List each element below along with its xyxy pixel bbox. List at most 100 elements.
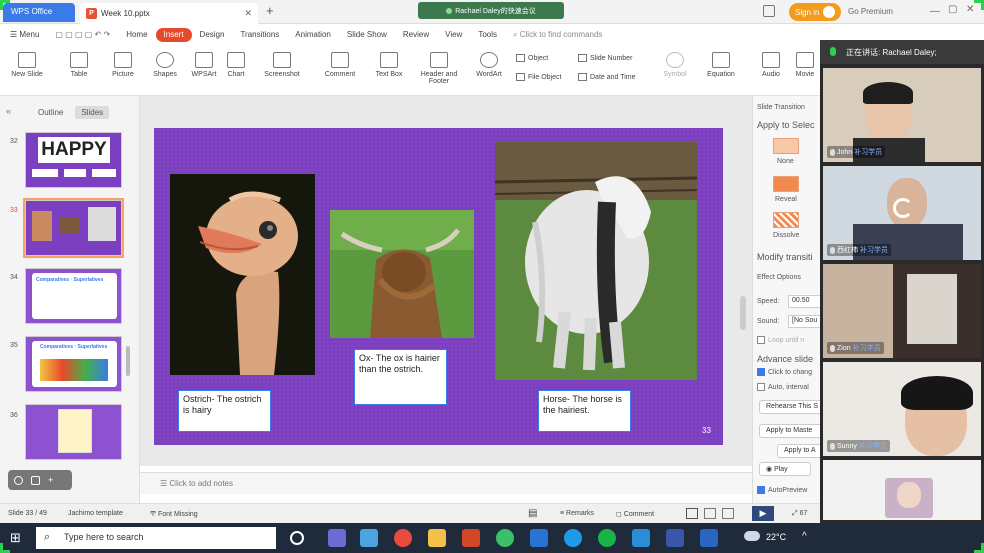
window-layout-icon[interactable] bbox=[763, 5, 775, 17]
transition-dissolve[interactable] bbox=[773, 212, 799, 228]
normal-view-icon[interactable] bbox=[686, 508, 698, 519]
cortana-icon[interactable] bbox=[290, 531, 304, 545]
maximize-icon[interactable]: ▢ bbox=[948, 4, 957, 15]
symbol-button[interactable]: Symbol bbox=[656, 50, 694, 78]
app-icon-5[interactable] bbox=[666, 529, 684, 547]
tab-transitions[interactable]: Transitions bbox=[232, 28, 287, 42]
tab-animation[interactable]: Animation bbox=[287, 28, 339, 42]
apply-to-all-button[interactable]: Apply to A bbox=[777, 444, 820, 458]
transition-none[interactable] bbox=[773, 138, 799, 154]
app-icon-3[interactable] bbox=[496, 529, 514, 547]
quick-access-icons[interactable]: ▢ ▢ ▢ ▢ ↶ ↷ bbox=[47, 28, 118, 42]
audio-button[interactable]: Audio bbox=[754, 50, 788, 78]
app-icon-6[interactable] bbox=[700, 529, 718, 547]
rehearse-button[interactable]: Rehearse This S bbox=[759, 400, 820, 414]
ox-image[interactable] bbox=[330, 210, 474, 338]
click-to-change-checkbox[interactable]: Click to chang bbox=[757, 368, 812, 376]
new-tab-icon[interactable]: + bbox=[266, 3, 274, 18]
object-button[interactable]: Object bbox=[516, 54, 548, 62]
slide-number-button[interactable]: Slide Number bbox=[578, 54, 632, 62]
notes-pane[interactable]: ☰ Click to add notes bbox=[140, 472, 752, 494]
zoom-control[interactable]: ⤢ 67 bbox=[792, 510, 807, 518]
sign-in-button[interactable]: Sign in bbox=[789, 3, 841, 21]
caption-ostrich[interactable]: Ostrich- The ostrich is hairy bbox=[178, 390, 271, 432]
slide-thumbnail-32[interactable]: HAPPY bbox=[25, 132, 122, 188]
tab-wps-office[interactable]: WPS Office bbox=[3, 3, 75, 22]
tab-document[interactable]: P Week 10.pptx ✕ bbox=[80, 3, 258, 24]
tab-design[interactable]: Design bbox=[192, 28, 233, 42]
slide-thumbnail-34[interactable]: Comparatives · Superlatives bbox=[25, 268, 122, 324]
wpsart-button[interactable]: WPSArt bbox=[188, 50, 220, 78]
transition-reveal[interactable] bbox=[773, 176, 799, 192]
remarks-button[interactable]: ≡ Remarks bbox=[560, 510, 594, 517]
video-tile-john[interactable]: John 补习学员 bbox=[823, 68, 981, 162]
video-tile-zion[interactable]: Zion 补习学员 bbox=[823, 264, 981, 358]
minimize-icon[interactable]: — bbox=[930, 6, 940, 17]
floating-toolbar[interactable]: + bbox=[8, 470, 72, 490]
expand-icon[interactable]: + bbox=[48, 475, 57, 485]
canvas-scrollbar[interactable] bbox=[740, 296, 746, 330]
tab-home[interactable]: Home bbox=[118, 28, 155, 42]
close-tab-icon[interactable]: ✕ bbox=[244, 8, 252, 19]
comment-toggle-button[interactable]: ◻ Comment bbox=[616, 510, 654, 518]
slide-thumbnail-33[interactable] bbox=[23, 198, 124, 258]
tab-view[interactable]: View bbox=[437, 28, 470, 42]
mail-icon[interactable] bbox=[530, 529, 548, 547]
show-hidden-icons[interactable]: ^ bbox=[802, 531, 807, 542]
notes-toggle-icon[interactable]: ▤ bbox=[528, 508, 537, 519]
slide-thumbnail-35[interactable]: Comparatives · Superlatives bbox=[25, 336, 122, 392]
tab-tools[interactable]: Tools bbox=[470, 28, 505, 42]
taskbar-search-input[interactable]: ⌕ Type here to search bbox=[36, 527, 276, 549]
font-missing-button[interactable]: Ͳ Font Missing bbox=[150, 510, 198, 518]
video-tile-self[interactable] bbox=[823, 460, 981, 520]
loop-checkbox[interactable]: Loop until n bbox=[757, 336, 804, 344]
apply-to-master-button[interactable]: Apply to Maste bbox=[759, 424, 820, 438]
speed-input[interactable]: 00.50 bbox=[788, 295, 820, 308]
tab-slide-show[interactable]: Slide Show bbox=[339, 28, 395, 42]
command-search[interactable]: ⌕ Click to find commands bbox=[505, 28, 610, 42]
settings-icon[interactable] bbox=[14, 475, 23, 485]
menu-button[interactable]: ☰ Menu bbox=[0, 28, 47, 42]
table-button[interactable]: Table bbox=[62, 50, 96, 78]
wps-presentation-icon[interactable] bbox=[462, 529, 480, 547]
play-button[interactable]: ◉ Play bbox=[759, 462, 811, 476]
slide-sorter-icon[interactable] bbox=[704, 508, 716, 519]
caption-horse[interactable]: Horse- The horse is the hairiest. bbox=[538, 390, 631, 432]
edge-icon[interactable] bbox=[564, 529, 582, 547]
autopreview-checkbox[interactable]: AutoPreview bbox=[757, 486, 807, 494]
screenshot-button[interactable]: Screenshot bbox=[258, 50, 306, 78]
file-object-button[interactable]: File Object bbox=[516, 73, 561, 81]
tab-review[interactable]: Review bbox=[395, 28, 437, 42]
reading-view-icon[interactable] bbox=[722, 508, 734, 519]
auto-interval-checkbox[interactable]: Auto, interval bbox=[757, 383, 809, 391]
video-tile-sunny[interactable]: Sunny 补习学员 bbox=[823, 362, 981, 456]
shapes-button[interactable]: Shapes bbox=[146, 50, 184, 78]
chat-icon[interactable] bbox=[31, 475, 40, 485]
equation-button[interactable]: Equation bbox=[698, 50, 744, 78]
app-icon-4[interactable] bbox=[632, 529, 650, 547]
caption-ox[interactable]: Ox- The ox is hairier than the ostrich. bbox=[354, 349, 447, 405]
header-footer-button[interactable]: Header and Footer bbox=[414, 50, 464, 85]
sound-select[interactable]: [No Sou bbox=[788, 315, 820, 328]
windows-start-icon[interactable]: ⊞ bbox=[10, 531, 24, 545]
app-icon-2[interactable] bbox=[360, 529, 378, 547]
slideshow-play-button[interactable]: ▶ bbox=[752, 506, 774, 521]
meeting-indicator[interactable]: Rachael Daley的快速会议 bbox=[418, 2, 564, 19]
movie-button[interactable]: Movie bbox=[790, 50, 820, 78]
slide-33[interactable]: Ostrich- The ostrich is hairy Ox- The ox… bbox=[154, 128, 723, 445]
text-box-button[interactable]: Text Box bbox=[370, 50, 408, 78]
weather-temperature[interactable]: 22°C bbox=[766, 532, 786, 542]
wechat-icon[interactable] bbox=[598, 529, 616, 547]
slide-thumbnail-36[interactable] bbox=[25, 404, 122, 460]
tab-insert[interactable]: Insert bbox=[155, 28, 192, 42]
ostrich-image[interactable] bbox=[170, 174, 315, 375]
close-window-icon[interactable]: ✕ bbox=[966, 4, 974, 15]
video-tile-xihongshi[interactable]: 西红柿 补习学员 bbox=[823, 166, 981, 260]
file-explorer-icon[interactable] bbox=[428, 529, 446, 547]
wordart-button[interactable]: WordArt bbox=[470, 50, 508, 78]
horse-image[interactable] bbox=[495, 142, 697, 380]
picture-button[interactable]: Picture bbox=[104, 50, 142, 78]
tab-outline[interactable]: Outline bbox=[32, 106, 69, 119]
chrome-icon[interactable] bbox=[394, 529, 412, 547]
new-slide-button[interactable]: New Slide bbox=[6, 50, 48, 78]
